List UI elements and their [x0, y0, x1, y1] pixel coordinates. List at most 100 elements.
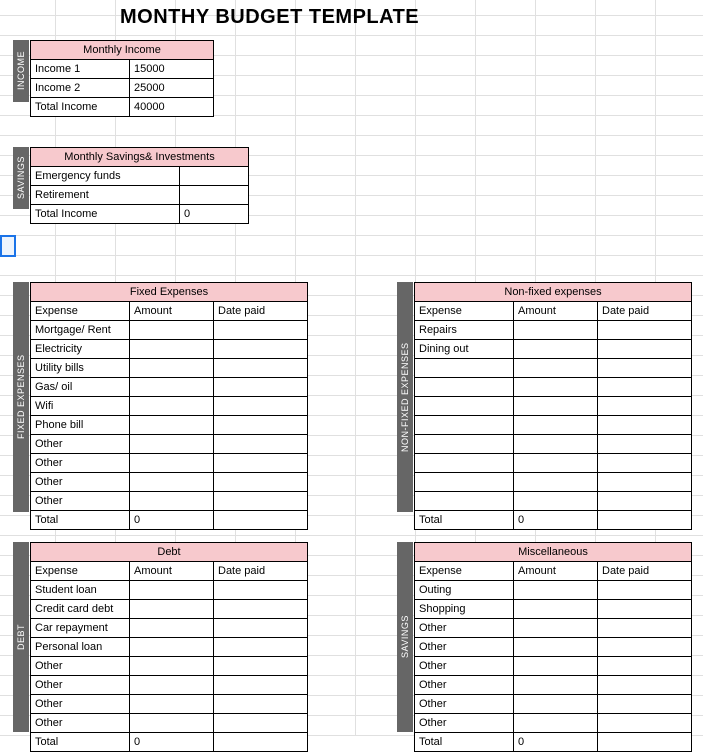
expense-date[interactable] — [598, 657, 692, 676]
expense-date[interactable] — [214, 454, 308, 473]
expense-amount[interactable] — [514, 359, 598, 378]
expense-date[interactable] — [598, 378, 692, 397]
expense-date[interactable] — [214, 676, 308, 695]
expense-label[interactable] — [415, 473, 514, 492]
expense-amount[interactable] — [130, 321, 214, 340]
expense-amount[interactable] — [514, 454, 598, 473]
expense-date[interactable] — [214, 340, 308, 359]
nonfixed-expenses-table[interactable]: Non-fixed expenses Expense Amount Date p… — [414, 282, 692, 530]
expense-label[interactable]: Phone bill — [31, 416, 130, 435]
expense-amount[interactable] — [514, 473, 598, 492]
expense-label[interactable]: Dining out — [415, 340, 514, 359]
expense-label[interactable]: Gas/ oil — [31, 378, 130, 397]
expense-label[interactable]: Other — [415, 714, 514, 733]
savings-row-value[interactable] — [180, 167, 249, 186]
expense-label[interactable]: Other — [31, 454, 130, 473]
expense-amount[interactable] — [514, 492, 598, 511]
expense-date[interactable] — [214, 416, 308, 435]
expense-date[interactable] — [214, 397, 308, 416]
expense-date[interactable] — [598, 714, 692, 733]
total-date[interactable] — [598, 733, 692, 752]
expense-label[interactable] — [415, 397, 514, 416]
expense-amount[interactable] — [514, 600, 598, 619]
expense-amount[interactable] — [130, 695, 214, 714]
savings-total-label[interactable]: Total Income — [31, 205, 180, 224]
expense-amount[interactable] — [514, 676, 598, 695]
expense-label[interactable]: Other — [415, 676, 514, 695]
expense-label[interactable]: Other — [31, 714, 130, 733]
expense-label[interactable]: Other — [415, 695, 514, 714]
misc-table[interactable]: Miscellaneous Expense Amount Date paid O… — [414, 542, 692, 752]
savings-row-label[interactable]: Emergency funds — [31, 167, 180, 186]
expense-amount[interactable] — [130, 397, 214, 416]
expense-amount[interactable] — [130, 714, 214, 733]
expense-label[interactable]: Credit card debt — [31, 600, 130, 619]
expense-amount[interactable] — [130, 638, 214, 657]
expense-amount[interactable] — [514, 619, 598, 638]
expense-label[interactable] — [415, 492, 514, 511]
income-total-label[interactable]: Total Income — [31, 98, 130, 117]
expense-amount[interactable] — [514, 581, 598, 600]
expense-date[interactable] — [214, 638, 308, 657]
expense-label[interactable] — [415, 378, 514, 397]
expense-date[interactable] — [214, 321, 308, 340]
expense-amount[interactable] — [514, 340, 598, 359]
expense-amount[interactable] — [130, 581, 214, 600]
expense-label[interactable] — [415, 435, 514, 454]
expense-amount[interactable] — [514, 714, 598, 733]
income-total-value[interactable]: 40000 — [130, 98, 214, 117]
expense-amount[interactable] — [130, 600, 214, 619]
expense-amount[interactable] — [514, 321, 598, 340]
expense-date[interactable] — [598, 321, 692, 340]
spreadsheet-grid[interactable]: MONTHY BUDGET TEMPLATE INCOME Monthly In… — [0, 0, 703, 736]
total-date[interactable] — [214, 733, 308, 752]
expense-date[interactable] — [598, 454, 692, 473]
expense-amount[interactable] — [514, 657, 598, 676]
expense-label[interactable] — [415, 454, 514, 473]
expense-label[interactable]: Utility bills — [31, 359, 130, 378]
expense-date[interactable] — [598, 638, 692, 657]
total-date[interactable] — [214, 511, 308, 530]
expense-date[interactable] — [598, 695, 692, 714]
expense-label[interactable]: Other — [415, 638, 514, 657]
total-date[interactable] — [598, 511, 692, 530]
expense-date[interactable] — [214, 359, 308, 378]
total-amount[interactable]: 0 — [130, 733, 214, 752]
income-row-label[interactable]: Income 2 — [31, 79, 130, 98]
expense-label[interactable]: Student loan — [31, 581, 130, 600]
expense-amount[interactable] — [514, 378, 598, 397]
total-amount[interactable]: 0 — [514, 733, 598, 752]
expense-label[interactable]: Mortgage/ Rent — [31, 321, 130, 340]
expense-amount[interactable] — [130, 435, 214, 454]
expense-label[interactable]: Other — [415, 657, 514, 676]
expense-label[interactable]: Car repayment — [31, 619, 130, 638]
expense-amount[interactable] — [130, 473, 214, 492]
income-row-label[interactable]: Income 1 — [31, 60, 130, 79]
expense-date[interactable] — [598, 416, 692, 435]
expense-date[interactable] — [214, 581, 308, 600]
expense-date[interactable] — [598, 397, 692, 416]
expense-amount[interactable] — [130, 416, 214, 435]
expense-label[interactable]: Other — [31, 473, 130, 492]
expense-label[interactable]: Electricity — [31, 340, 130, 359]
expense-label[interactable]: Wifi — [31, 397, 130, 416]
total-amount[interactable]: 0 — [514, 511, 598, 530]
expense-label[interactable]: Shopping — [415, 600, 514, 619]
expense-amount[interactable] — [130, 676, 214, 695]
income-table[interactable]: Monthly Income Income 115000 Income 2250… — [30, 40, 214, 117]
expense-amount[interactable] — [514, 638, 598, 657]
expense-date[interactable] — [598, 581, 692, 600]
expense-label[interactable]: Other — [415, 619, 514, 638]
expense-amount[interactable] — [514, 435, 598, 454]
expense-date[interactable] — [598, 600, 692, 619]
expense-date[interactable] — [598, 492, 692, 511]
savings-row-value[interactable] — [180, 186, 249, 205]
expense-amount[interactable] — [130, 340, 214, 359]
expense-label[interactable]: Other — [31, 435, 130, 454]
expense-amount[interactable] — [130, 359, 214, 378]
expense-date[interactable] — [598, 473, 692, 492]
expense-date[interactable] — [598, 676, 692, 695]
income-row-value[interactable]: 25000 — [130, 79, 214, 98]
debt-table[interactable]: Debt Expense Amount Date paid Student lo… — [30, 542, 308, 752]
expense-date[interactable] — [598, 435, 692, 454]
